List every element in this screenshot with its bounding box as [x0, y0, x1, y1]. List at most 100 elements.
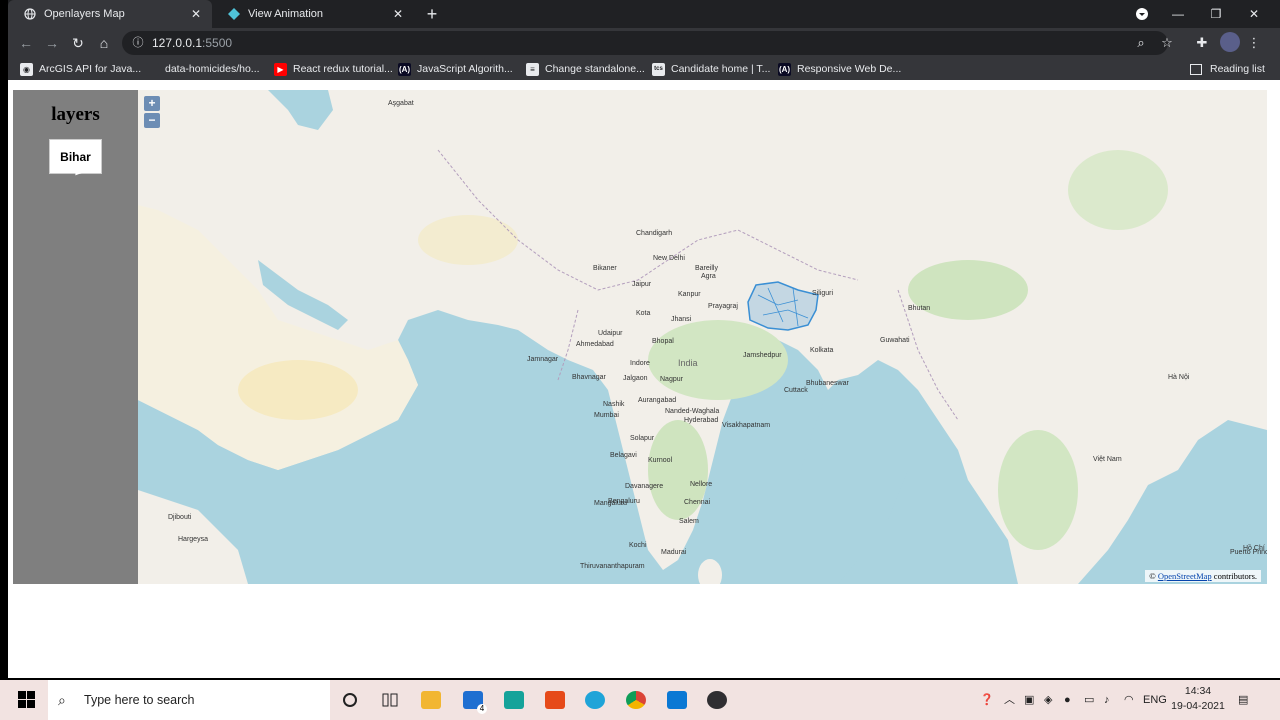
map-label: Aşgabat [388, 100, 414, 107]
map-label: Jaipur [632, 281, 652, 288]
reload-button[interactable]: ↻ [68, 33, 88, 53]
profile-menu-icon[interactable] [1124, 0, 1160, 28]
reading-list-button[interactable]: Reading list [1190, 61, 1265, 77]
bookmark-item[interactable]: ◉ ArcGIS API for Java... [20, 61, 141, 77]
desert-area [238, 360, 358, 420]
network-icon[interactable]: ◠ [1124, 680, 1134, 720]
arcgis-icon: ◉ [20, 62, 33, 76]
file-explorer-icon[interactable] [417, 686, 445, 714]
map-label: Hà Nội [1168, 374, 1190, 381]
browser-tab-strip: Openlayers Map ✕ View Animation ✕ + — ❐ … [8, 0, 1280, 28]
bookmark-item[interactable]: tcs Candidate home | T... [652, 61, 770, 77]
green-area [998, 430, 1078, 550]
vscode-icon[interactable] [663, 686, 691, 714]
map-label: Bareilly [695, 265, 718, 272]
zoom-icon[interactable]: ⌕ [1132, 34, 1150, 52]
new-tab-button[interactable]: + [422, 4, 442, 24]
minimize-window-button[interactable]: — [1160, 0, 1196, 28]
maximize-window-button[interactable]: ❐ [1198, 0, 1234, 28]
close-tab-icon[interactable]: ✕ [188, 7, 204, 21]
map-label: Mumbai [594, 412, 619, 419]
bookmark-item[interactable]: data-homicides/ho... [146, 61, 260, 77]
tray-app-icon[interactable]: ▣ [1024, 680, 1034, 720]
language-indicator[interactable]: ENG [1143, 680, 1167, 720]
bookmark-item[interactable]: ≡ Change standalone... [526, 61, 645, 77]
chrome-icon[interactable] [622, 686, 650, 714]
openlayers-icon [228, 8, 240, 20]
sway-icon[interactable] [500, 686, 528, 714]
reading-list-icon [1190, 63, 1202, 75]
sri-lanka [698, 559, 722, 584]
windows-start-icon[interactable] [18, 691, 36, 709]
url-text[interactable]: 127.0.0.1:5500 [152, 36, 232, 50]
battery-icon[interactable]: ▭ [1084, 680, 1094, 720]
microphone-icon[interactable]: ● [1064, 680, 1071, 720]
bookmark-item[interactable]: (A) Responsive Web De... [778, 61, 901, 77]
map-label: Hồ Chí Minh [1243, 545, 1267, 552]
security-icon[interactable]: ◈ [1044, 680, 1052, 720]
reading-list-label: Reading list [1210, 63, 1265, 75]
profile-avatar[interactable] [1220, 32, 1240, 52]
map-label: Aurangabad [638, 397, 677, 404]
youtube-icon: ▶ [274, 62, 287, 76]
map-label: New Delhi [653, 255, 685, 262]
map-label: Guwahati [880, 337, 910, 344]
bookmark-label: Responsive Web De... [797, 63, 902, 75]
map-label: Jamnagar [527, 356, 559, 363]
desert-area [418, 215, 518, 265]
chevron-up-icon[interactable]: ︿ [1004, 680, 1015, 720]
map-label: Nagpur [660, 376, 683, 383]
attribution-suffix: contributors. [1211, 571, 1257, 581]
windows-taskbar: ⌕ Type here to search 4 ❓ ︿ ▣ ◈ ● ▭ ♪ ◠ … [0, 680, 1280, 720]
map-label: Indore [630, 360, 650, 367]
map-label: Kolkata [810, 347, 834, 354]
map-label: Bhavnagar [572, 374, 606, 381]
map-label: Bhubaneswar [806, 380, 849, 387]
cortana-icon[interactable] [336, 686, 364, 714]
clock-date: 19-04-2021 [1171, 700, 1225, 712]
bookmark-item[interactable]: ▶ React redux tutorial... [274, 61, 393, 77]
task-view-icon[interactable] [376, 686, 404, 714]
site-info-icon[interactable]: ⓘ [130, 35, 146, 51]
map-label: Jalgaon [623, 375, 648, 382]
mail-icon[interactable]: 4 [459, 686, 487, 714]
chrome-menu-icon[interactable]: ⋮ [1244, 33, 1264, 53]
obs-icon[interactable] [703, 686, 731, 714]
zoom-in-button[interactable]: + [144, 96, 160, 111]
map-label: Siliguri [812, 290, 834, 297]
office-icon[interactable] [541, 686, 569, 714]
forward-button[interactable]: → [42, 33, 62, 53]
map-label: Kurnool [648, 457, 673, 464]
extensions-icon[interactable]: ✚ [1192, 33, 1212, 53]
green-area [1068, 150, 1168, 230]
address-bar[interactable]: ⓘ 127.0.0.1:5500 ⌕ ☆ [122, 31, 1173, 55]
bookmark-item[interactable]: (A) JavaScript Algorith... [398, 61, 513, 77]
home-button[interactable]: ⌂ [94, 33, 114, 53]
map-label: Ahmedabad [576, 341, 614, 348]
bookmark-label: JavaScript Algorith... [417, 63, 513, 75]
bookmark-label: data-homicides/ho... [165, 63, 260, 75]
close-window-button[interactable]: ✕ [1236, 0, 1272, 28]
map-label: Djibouti [168, 514, 192, 521]
close-tab-icon[interactable]: ✕ [390, 7, 406, 21]
volume-icon[interactable]: ♪ [1104, 680, 1110, 720]
system-clock[interactable]: 14:34 19-04-2021 [1166, 684, 1230, 714]
edge-icon[interactable] [581, 686, 609, 714]
freecodecamp-icon: (A) [398, 62, 411, 76]
search-placeholder: Type here to search [84, 693, 195, 707]
map-label: Solapur [630, 435, 655, 442]
tab-openlayers-map[interactable]: Openlayers Map ✕ [8, 0, 212, 28]
bookmark-star-icon[interactable]: ☆ [1158, 34, 1176, 52]
openstreetmap-link[interactable]: OpenStreetMap [1158, 571, 1212, 581]
openlayers-map[interactable]: New Delhi India Kolkata Mumbai Chennai Bengal… [138, 90, 1267, 584]
map-label: Kanpur [678, 291, 701, 298]
map-label: Kota [636, 310, 651, 317]
tab-title: View Animation [248, 8, 324, 20]
zoom-out-button[interactable]: − [144, 113, 160, 128]
help-icon[interactable]: ❓ [980, 680, 994, 720]
taskbar-search-box[interactable]: ⌕ Type here to search [48, 680, 330, 720]
tab-view-animation[interactable]: View Animation ✕ [212, 0, 414, 28]
back-button[interactable]: ← [16, 33, 36, 53]
map-label: Nanded-Waghala [665, 408, 720, 415]
notifications-icon[interactable]: ▤ [1238, 680, 1248, 720]
